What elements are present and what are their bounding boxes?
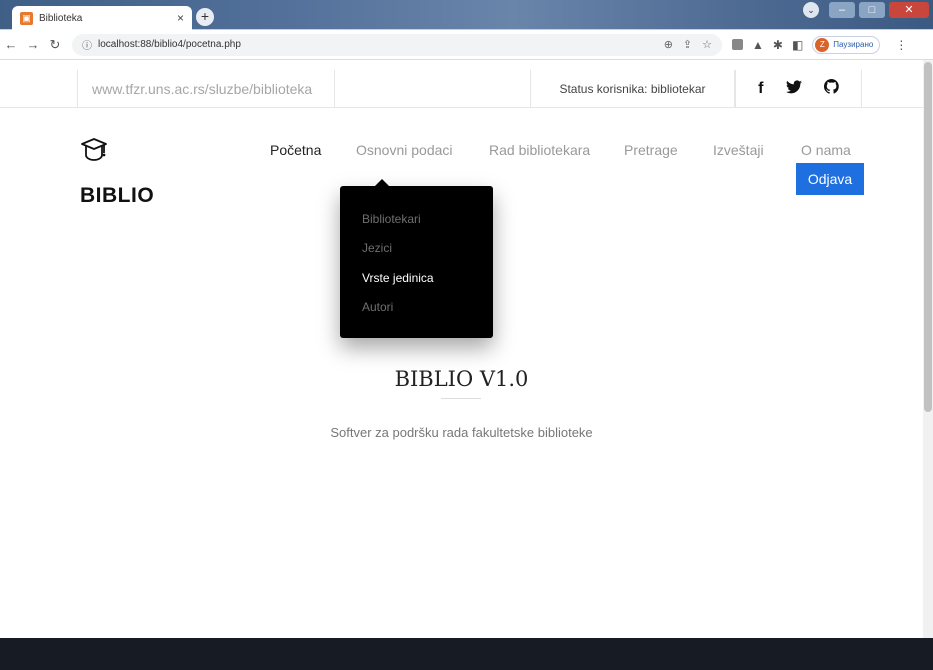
forward-icon[interactable]: → (22, 37, 44, 52)
back-icon[interactable]: ← (0, 37, 22, 52)
scrollbar-thumb[interactable] (924, 62, 932, 412)
extension-hat-icon[interactable]: ▲ (752, 38, 764, 52)
tab-title: Biblioteka (39, 12, 83, 24)
browser-toolbar: ← → ↻ ⓘ localhost:88/biblio4/pocetna.php… (0, 30, 933, 60)
title-divider (441, 398, 481, 399)
new-tab-button[interactable]: + (196, 8, 214, 26)
bookmark-star-icon[interactable]: ☆ (702, 38, 712, 51)
graduation-cap-icon (80, 137, 108, 163)
github-icon[interactable] (823, 79, 839, 99)
window-controls: ⌄ – □ ✕ (803, 2, 929, 18)
nav-item-pretrage[interactable]: Pretrage (624, 142, 678, 158)
profile-avatar: Z (815, 37, 830, 52)
nav-item-rad-bibliotekara[interactable]: Rad bibliotekara (489, 142, 590, 158)
logout-button[interactable]: Odjava (796, 163, 864, 195)
facebook-icon[interactable]: f (758, 80, 763, 98)
browser-menu-icon[interactable]: ⋮ (895, 38, 907, 52)
minimize-icon[interactable]: – (829, 2, 855, 18)
address-bar[interactable]: ⓘ localhost:88/biblio4/pocetna.php ⊕ ⇪ ☆ (72, 33, 722, 56)
side-panel-icon[interactable]: ◧ (792, 38, 803, 52)
nav-item-o-nama[interactable]: O nama (801, 142, 851, 158)
url-text: localhost:88/biblio4/pocetna.php (98, 39, 241, 50)
profile-label: Паузирано (833, 40, 874, 49)
zoom-icon[interactable]: ⊕ (664, 38, 673, 51)
nav-item-osnovni-podaci[interactable]: Osnovni podaci (356, 142, 453, 158)
dropdown-item-bibliotekari[interactable]: Bibliotekari (362, 212, 421, 226)
favicon-icon: ▣ (20, 11, 33, 25)
tab-search-icon[interactable]: ⌄ (803, 2, 819, 18)
reload-icon[interactable]: ↻ (44, 37, 66, 53)
share-icon[interactable]: ⇪ (683, 38, 692, 51)
nav-item-pocetna[interactable]: Početna (270, 142, 321, 158)
site-footer (0, 638, 933, 670)
browser-tabbar: ▣ Biblioteka × + ⌄ – □ ✕ (0, 0, 933, 30)
site-top-strip: www.tfzr.uns.ac.rs/sluzbe/biblioteka Sta… (0, 70, 923, 108)
user-status: Status korisnika: bibliotekar (530, 70, 735, 108)
page-subtitle: Softver za podršku rada fakultetske bibl… (330, 425, 593, 440)
profile-button[interactable]: Z Паузирано (812, 35, 881, 54)
browser-tab[interactable]: ▣ Biblioteka × (12, 6, 192, 30)
site-info-icon[interactable]: ⓘ (82, 37, 92, 52)
extensions-puzzle-icon[interactable]: ✱ (773, 38, 783, 52)
page-title: BIBLIO V1.0 (394, 367, 529, 391)
tab-close-icon[interactable]: × (177, 11, 184, 25)
dropdown-item-jezici[interactable]: Jezici (362, 241, 392, 255)
osnovni-podaci-dropdown: Bibliotekari Jezici Vrste jedinica Autor… (340, 179, 493, 338)
dropdown-item-autori[interactable]: Autori (362, 300, 393, 314)
dropdown-item-vrste-jedinica[interactable]: Vrste jedinica (362, 271, 434, 285)
twitter-icon[interactable] (785, 79, 802, 99)
brand-name[interactable]: BIBLIO (80, 184, 154, 208)
social-links: f (735, 70, 862, 108)
close-window-icon[interactable]: ✕ (889, 2, 929, 18)
site-url-link[interactable]: www.tfzr.uns.ac.rs/sluzbe/biblioteka (77, 70, 335, 108)
extension-icon[interactable] (732, 39, 743, 50)
maximize-icon[interactable]: □ (859, 2, 885, 18)
nav-item-izvestaji[interactable]: Izveštaji (713, 142, 764, 158)
